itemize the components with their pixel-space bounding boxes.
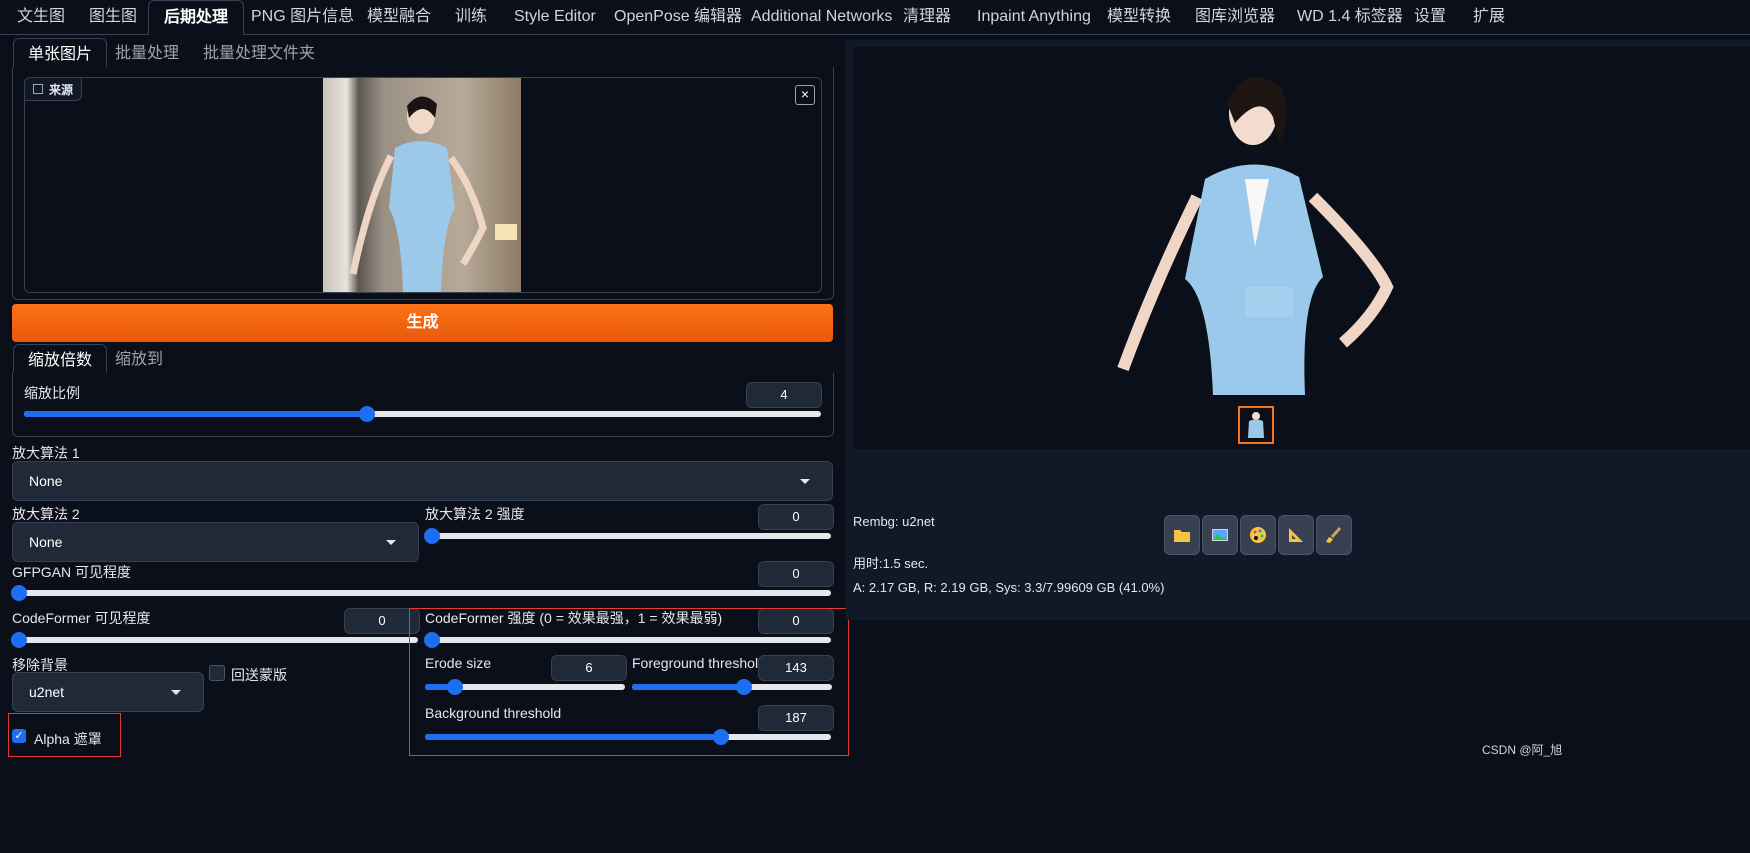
tab-png-info[interactable]: PNG 图片信息 — [251, 0, 354, 34]
generate-button[interactable]: 生成 — [12, 304, 833, 342]
scale-panel — [12, 373, 834, 437]
image-icon — [33, 84, 43, 94]
upscaler2-label: 放大算法 2 — [12, 506, 80, 522]
tab-openpose-editor[interactable]: OpenPose 编辑器 — [614, 0, 742, 34]
codeformer-visibility-label: CodeFormer 可见程度 — [12, 610, 151, 626]
tab-style-editor[interactable]: Style Editor — [514, 0, 596, 34]
return-mask-checkbox[interactable] — [209, 665, 225, 681]
tab-checkpoint-merger[interactable]: 模型融合 — [367, 0, 431, 34]
upscaler2-select[interactable]: None — [12, 522, 419, 562]
tab-inpaint-anything[interactable]: Inpaint Anything — [977, 0, 1091, 34]
return-mask-label: 回送蒙版 — [231, 667, 287, 683]
tab-txt2img[interactable]: 文生图 — [17, 0, 65, 34]
upscaler1-value: None — [29, 473, 63, 489]
image-icon[interactable] — [1202, 515, 1238, 555]
source-label-text: 来源 — [49, 82, 74, 97]
upscaler2-strength-input[interactable]: 0 — [758, 504, 834, 530]
tab-batch-process[interactable]: 批量处理 — [115, 38, 179, 70]
output-info-memory: A: 2.17 GB, R: 2.19 GB, Sys: 3.3/7.99609… — [853, 580, 1165, 595]
tab-model-converter[interactable]: 模型转换 — [1107, 0, 1171, 34]
highlight-box-rembg-options — [409, 608, 849, 756]
upscaler1-label: 放大算法 1 — [12, 445, 80, 461]
tab-wd14-tagger[interactable]: WD 1.4 标签器 — [1297, 0, 1403, 34]
scale-number-input[interactable]: 4 — [746, 382, 822, 408]
upscaler2-value: None — [29, 534, 63, 550]
tab-img2img[interactable]: 图生图 — [89, 0, 137, 34]
upscaler2-strength-label: 放大算法 2 强度 — [425, 506, 525, 522]
folder-icon[interactable] — [1164, 515, 1200, 555]
tab-extras[interactable]: 后期处理 — [148, 0, 245, 35]
highlight-box-alpha-mask — [8, 713, 121, 757]
tab-settings[interactable]: 设置 — [1414, 0, 1446, 34]
output-thumbnail[interactable] — [1238, 406, 1274, 444]
chevron-down-icon — [171, 690, 181, 695]
output-gallery — [853, 47, 1750, 449]
tab-train[interactable]: 训练 — [455, 0, 487, 34]
upscaler1-select[interactable]: None — [12, 461, 833, 501]
tab-extensions[interactable]: 扩展 — [1473, 0, 1505, 34]
tab-cleaner[interactable]: 清理器 — [903, 0, 951, 34]
output-info-time: 用时:1.5 sec. — [853, 556, 929, 571]
top-tab-bar: 文生图 图生图 后期处理 PNG 图片信息 模型融合 训练 Style Edit… — [0, 0, 1750, 35]
tab-scale-to[interactable]: 缩放到 — [115, 344, 163, 376]
ruler-icon[interactable] — [1278, 515, 1314, 555]
gfpgan-label: GFPGAN 可见程度 — [12, 564, 132, 580]
watermark: CSDN @阿_旭 — [1482, 743, 1563, 757]
upscaler2-strength-slider[interactable] — [424, 528, 831, 544]
tab-image-browser[interactable]: 图库浏览器 — [1195, 0, 1275, 34]
palette-icon[interactable] — [1240, 515, 1276, 555]
tab-batch-folder[interactable]: 批量处理文件夹 — [203, 38, 315, 70]
scale-slider[interactable] — [24, 406, 821, 422]
tab-additional-networks[interactable]: Additional Networks — [751, 0, 892, 34]
rembg-model-value: u2net — [29, 684, 65, 700]
codeformer-visibility-slider[interactable] — [11, 632, 418, 648]
brush-icon[interactable] — [1316, 515, 1352, 555]
output-image — [1117, 77, 1394, 395]
source-label: 来源 — [25, 78, 83, 101]
rembg-model-select[interactable]: u2net — [12, 672, 204, 712]
source-photo — [323, 78, 521, 292]
scale-label: 缩放比例 — [24, 385, 80, 401]
chevron-down-icon — [800, 479, 810, 484]
chevron-down-icon — [386, 540, 396, 545]
gfpgan-slider[interactable] — [11, 585, 831, 601]
source-image-dropzone[interactable]: 来源 × — [24, 77, 822, 293]
close-icon[interactable]: × — [795, 85, 815, 105]
gfpgan-number-input[interactable]: 0 — [758, 561, 834, 587]
output-info-model: Rembg: u2net — [853, 514, 935, 529]
